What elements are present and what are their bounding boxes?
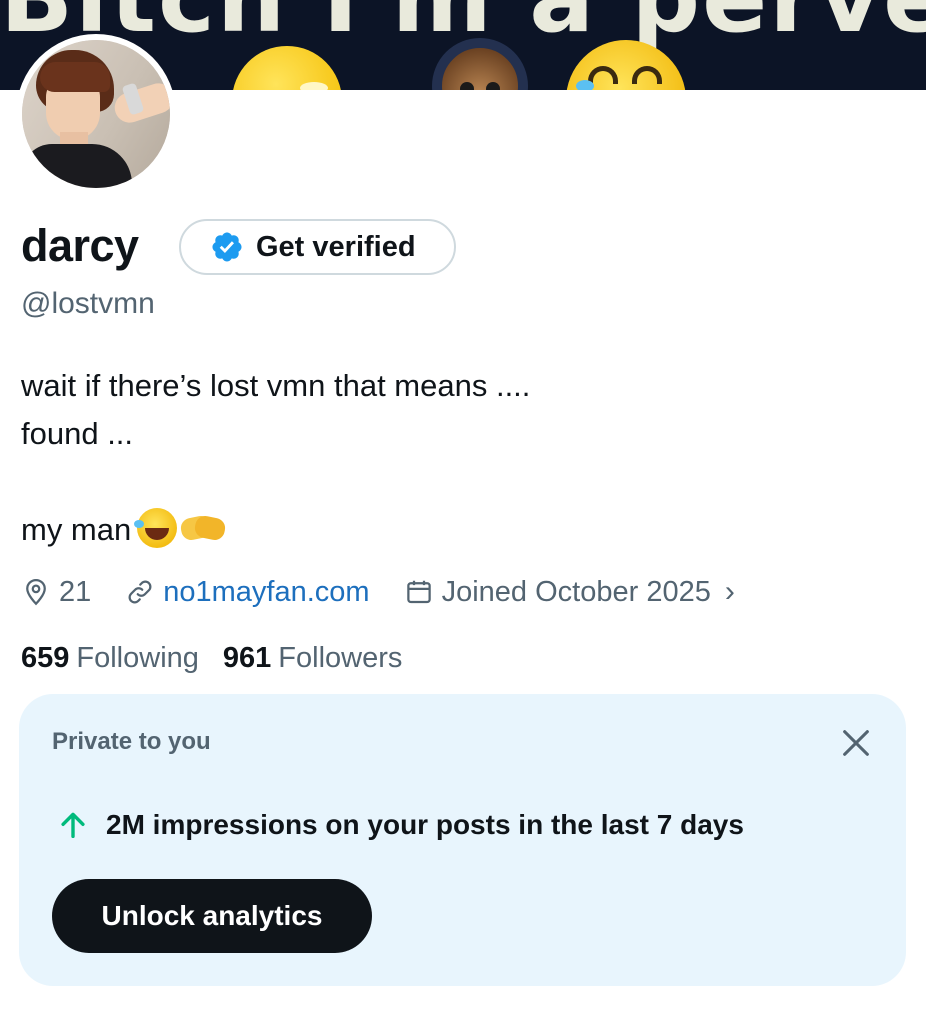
location-pin-icon	[26, 578, 46, 606]
followers-count: 961	[222, 642, 272, 674]
website[interactable]: no1mayfan.com	[125, 576, 370, 609]
display-name: darcy	[21, 220, 139, 271]
avatar-photo	[22, 40, 170, 188]
bio: wait if there’s lost vmn that means ....…	[21, 362, 901, 554]
unlock-analytics-button[interactable]: Unlock analytics	[52, 879, 372, 953]
private-analytics-card: Private to you 2M impressions on your po…	[19, 694, 906, 986]
bio-line: found ...	[21, 416, 134, 451]
followers-label: Followers	[278, 642, 403, 674]
card-title: Private to you	[52, 728, 211, 755]
arrow-up-icon	[61, 812, 85, 839]
calendar-icon	[406, 580, 431, 604]
close-icon[interactable]	[839, 726, 873, 760]
laughing-emoji-icon	[134, 507, 178, 548]
location: 21	[21, 576, 91, 609]
joined-text: Joined October 2025	[441, 575, 711, 608]
impressions-text: 2M impressions on your posts in the last…	[106, 809, 744, 840]
bio-line: wait if there’s lost vmn that means ....	[21, 368, 531, 403]
following-link[interactable]: 659 Following	[21, 638, 199, 678]
website-link[interactable]: no1mayfan.com	[163, 576, 369, 609]
followers-link[interactable]: 961 Followers	[223, 638, 402, 678]
chevron-right-icon: ›	[724, 575, 735, 608]
handshake-emoji-icon	[179, 511, 228, 545]
avatar[interactable]	[16, 34, 176, 194]
location-text: 21	[59, 575, 92, 608]
username-handle: @lostvmn	[21, 287, 155, 320]
joined-date[interactable]: Joined October 2025 ›	[404, 575, 735, 609]
verified-badge-icon	[212, 232, 242, 262]
get-verified-label: Get verified	[256, 230, 416, 263]
following-label: Following	[76, 642, 199, 674]
get-verified-button[interactable]: Get verified	[179, 219, 456, 275]
link-icon	[128, 580, 152, 604]
impressions-stat: 2M impressions on your posts in the last…	[56, 808, 744, 842]
bio-line: my man	[21, 512, 132, 547]
follow-stats: 659 Following 961 Followers	[21, 638, 402, 678]
following-count: 659	[21, 642, 70, 674]
profile-meta: 21 no1mayfan.com Joined October 2025 ›	[21, 572, 735, 612]
